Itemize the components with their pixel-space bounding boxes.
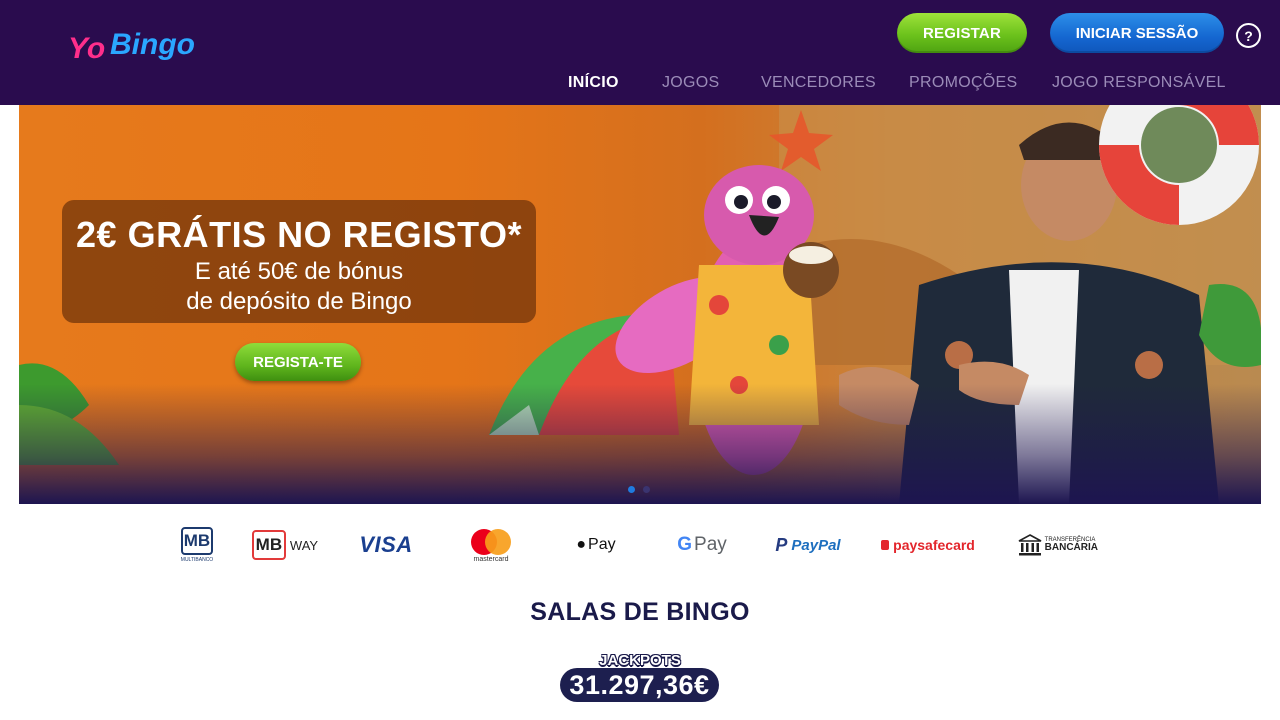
promo-line-1: E até 50€ de bónus (194, 258, 404, 285)
carousel-dot-1[interactable] (628, 486, 635, 493)
paysafecard-label: paysafecard (893, 537, 975, 553)
nav-jogo-responsavel[interactable]: JOGO RESPONSÁVEL (1052, 74, 1226, 94)
nav-vencedores[interactable]: VENCEDORES (761, 74, 876, 94)
site-header: Yo Bingo REGISTAR INICIAR SESSÃO ? INÍCI… (0, 0, 1280, 105)
multibanco-sublabel: MULTIBANCO (180, 557, 214, 563)
carousel-dot-2[interactable] (643, 486, 650, 493)
bank-icon (1018, 534, 1042, 556)
help-icon[interactable]: ? (1236, 23, 1261, 48)
multibanco-logo: MB MULTIBANCO (176, 524, 218, 566)
mbway-mb-label: MB (255, 535, 283, 554)
mbway-logo: MB WAY (250, 524, 320, 566)
login-button[interactable]: INICIAR SESSÃO (1050, 13, 1224, 53)
mastercard-label: mastercard (473, 555, 509, 563)
register-cta-button[interactable]: REGISTA-TE (235, 343, 361, 381)
applepay-label: Pay (588, 536, 616, 553)
mastercard-logo: mastercard (466, 524, 516, 566)
applepay-logo: ● Pay (572, 524, 620, 566)
promo-line-2: de depósito de Bingo (186, 288, 412, 315)
paypal-p-icon: P (775, 534, 788, 555)
googlepay-label: Pay (694, 534, 727, 555)
promo-box: 2€ GRÁTIS NO REGISTO* E até 50€ de bónus… (62, 200, 536, 323)
hero-gradient (19, 384, 1261, 504)
lock-icon (881, 540, 890, 550)
paysafecard-logo: paysafecard (880, 524, 976, 566)
mastercard-circles-icon (471, 528, 511, 555)
nav-inicio[interactable]: INÍCIO (568, 74, 619, 94)
googlepay-logo: G Pay (674, 524, 730, 566)
promo-title: 2€ GRÁTIS NO REGISTO* (76, 214, 522, 255)
multibanco-label: MB (183, 531, 211, 550)
svg-text:Bingo: Bingo (110, 28, 195, 61)
yobingo-logo[interactable]: Yo Bingo (66, 24, 206, 80)
paypal-label: PayPal (791, 536, 841, 554)
transfer-label-bottom: BANCÁRIA (1044, 542, 1098, 553)
apple-icon: ● (576, 536, 587, 553)
bank-transfer-logo: TRANSFERÊNCIA BANCÁRIA (1018, 524, 1098, 566)
section-title: SALAS DE BINGO (530, 598, 750, 626)
paypal-logo: P PayPal (770, 524, 846, 566)
google-g-icon: G (677, 534, 693, 555)
visa-logo: VISA (355, 524, 417, 566)
svg-text:Yo: Yo (68, 32, 105, 65)
mbway-way-label: WAY (289, 537, 319, 553)
jackpot-value: 31.297,36€ (560, 668, 719, 702)
nav-jogos[interactable]: JOGOS (662, 74, 720, 94)
register-button[interactable]: REGISTAR (897, 13, 1027, 53)
visa-label: VISA (359, 532, 413, 557)
nav-promocoes[interactable]: PROMOÇÕES (909, 74, 1018, 94)
hero-banner[interactable]: 2€ GRÁTIS NO REGISTO* E até 50€ de bónus… (19, 105, 1261, 504)
